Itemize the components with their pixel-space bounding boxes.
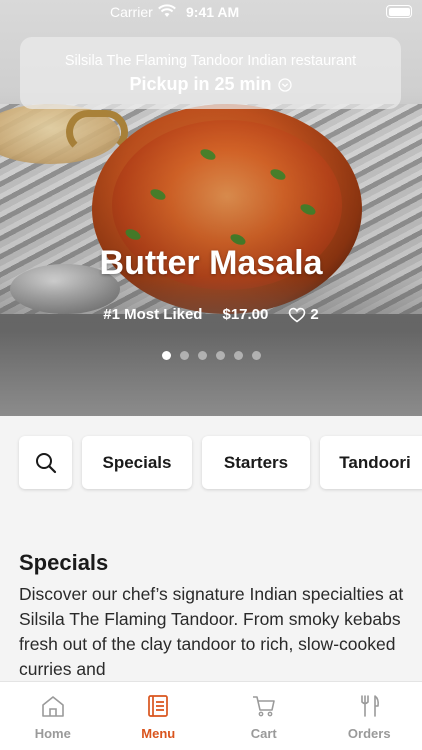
category-bar: Specials Starters Tandoori	[19, 436, 422, 490]
price-label: $17.00	[222, 306, 269, 323]
carousel-dot[interactable]	[197, 351, 207, 360]
section-title: Specials	[19, 550, 109, 575]
carrier-label: Carrier	[110, 4, 153, 20]
clock-label: 9:41 AM	[186, 4, 240, 20]
tab-orders[interactable]: Orders	[317, 682, 422, 750]
tab-menu[interactable]: Menu	[106, 682, 212, 750]
tab-home[interactable]: Home	[0, 682, 106, 750]
bottom-tab-bar: Home Menu Cart Orders	[0, 681, 422, 750]
tab-label: Cart	[250, 726, 277, 741]
battery-icon	[386, 5, 412, 18]
carousel-dot[interactable]	[215, 351, 225, 360]
chevron-down-circle-icon	[277, 77, 292, 92]
carousel-indicator[interactable]	[0, 351, 422, 360]
restaurant-banner[interactable]: Silsila The Flaming Tandoor Indian resta…	[20, 37, 401, 109]
tab-cart[interactable]: Cart	[211, 682, 317, 750]
category-chip-tandoori[interactable]: Tandoori	[320, 436, 422, 489]
fork-knife-icon	[361, 695, 380, 717]
restaurant-name: Silsila The Flaming Tandoor Indian resta…	[64, 53, 357, 69]
search-icon	[35, 452, 56, 473]
status-bar: Carrier 9:41 AM	[0, 0, 422, 24]
featured-dish-meta: #1 Most Liked $17.00 2	[0, 306, 422, 323]
likes-count: 2	[310, 306, 319, 323]
hero-carousel[interactable]: Carrier 9:41 AM Silsila The Flaming Tand…	[0, 0, 422, 416]
carousel-dot[interactable]	[233, 351, 243, 360]
heart-icon	[289, 307, 306, 322]
carousel-dot[interactable]	[161, 351, 171, 360]
featured-dish-title[interactable]: Butter Masala	[0, 244, 422, 283]
likes-button[interactable]: 2	[288, 306, 319, 323]
carousel-dot[interactable]	[179, 351, 189, 360]
rank-label: #1 Most Liked	[103, 306, 203, 323]
pickup-time-selector[interactable]: Pickup in 25 min	[20, 74, 401, 95]
tab-label: Orders	[347, 726, 391, 741]
search-button[interactable]	[19, 436, 72, 489]
menu-icon	[148, 695, 169, 717]
tab-label: Home	[34, 726, 71, 741]
category-chip-starters[interactable]: Starters	[202, 436, 310, 489]
wifi-icon	[158, 4, 176, 17]
carousel-dot[interactable]	[251, 351, 261, 360]
category-chip-specials[interactable]: Specials	[82, 436, 192, 489]
pickup-label: Pickup in 25 min	[129, 74, 272, 94]
cart-icon	[252, 696, 275, 717]
tab-label: Menu	[141, 726, 176, 741]
section-description: Discover our chef’s signature Indian spe…	[19, 584, 404, 679]
home-icon	[41, 696, 64, 717]
